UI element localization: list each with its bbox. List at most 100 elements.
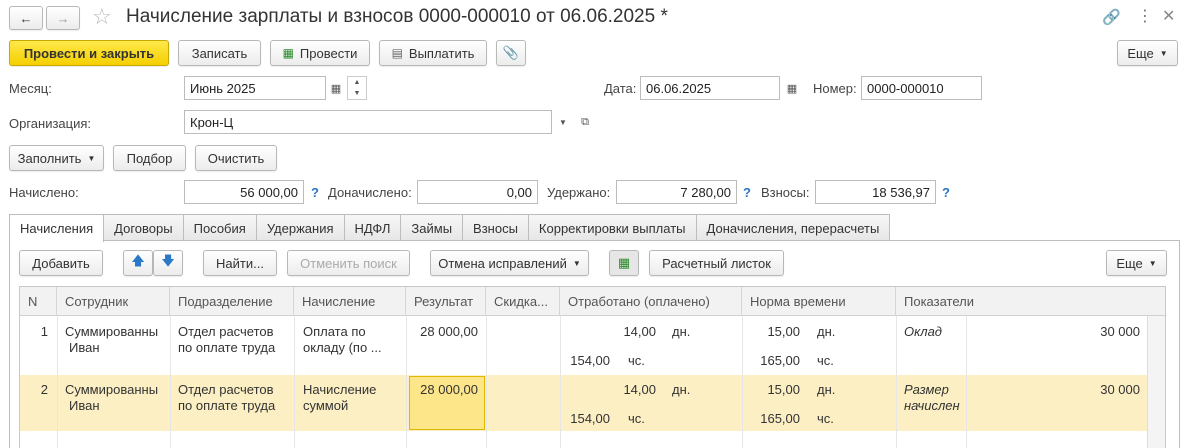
tab-bar: Начисления Договоры Пособия Удержания НД… — [9, 214, 891, 242]
forward-button[interactable]: → — [46, 6, 80, 30]
page-title: Начисление зарплаты и взносов 0000-00001… — [126, 6, 668, 27]
move-down-button[interactable]: 🡇 — [153, 250, 183, 276]
employee-name-2: Иван — [69, 398, 100, 413]
fill-button[interactable]: Заполнить ▼ — [9, 145, 104, 171]
norm-hours-unit: чс. — [817, 353, 834, 368]
tab-benefits[interactable]: Пособия — [182, 214, 257, 241]
accrued-help-icon[interactable]: ? — [311, 185, 319, 200]
move-up-button[interactable]: 🡅 — [123, 250, 153, 276]
select-button[interactable]: Подбор — [113, 145, 186, 171]
col-accrual[interactable]: Начисление — [294, 287, 406, 316]
withheld-help-icon[interactable]: ? — [743, 185, 751, 200]
col-worked[interactable]: Отработано (оплачено) — [560, 287, 742, 316]
col-indicators[interactable]: Показатели — [896, 287, 1149, 316]
norm-hours-unit: чс. — [817, 411, 834, 426]
pay-doc-icon: ▤ — [391, 46, 403, 60]
row-number: 2 — [40, 382, 48, 397]
norm-days: 15,00 — [767, 382, 800, 397]
additional-field: 0,00 — [417, 180, 538, 204]
link-icon[interactable]: 🔗 — [1102, 8, 1121, 26]
number-field[interactable]: 0000-000010 — [861, 76, 982, 100]
table-settings-button[interactable]: ▦ — [609, 250, 639, 276]
arrow-right-icon: → — [56, 10, 70, 26]
col-divider — [896, 316, 897, 448]
col-divider — [966, 316, 967, 448]
dropdown-icon[interactable]: ▼ — [552, 111, 574, 133]
paperclip-icon: 📎 — [502, 45, 520, 60]
find-button[interactable]: Найти... — [203, 250, 277, 276]
days-unit: дн. — [672, 324, 691, 339]
cancel-corrections-button[interactable]: Отмена исправлений ▼ — [430, 250, 589, 276]
department-2: по оплате труда — [178, 340, 276, 355]
tab-recalculations[interactable]: Доначисления, перерасчеты — [695, 214, 891, 241]
close-icon[interactable]: ✕ — [1162, 6, 1175, 26]
col-norm[interactable]: Норма времени — [742, 287, 896, 316]
contributions-field: 18 536,97 — [815, 180, 936, 204]
norm-days-unit: дн. — [817, 324, 836, 339]
favorite-star-icon[interactable]: ☆ — [92, 4, 112, 30]
col-discount[interactable]: Скидка... — [486, 287, 560, 316]
table-more-button[interactable]: Еще ▼ — [1106, 250, 1167, 276]
row-number: 1 — [40, 324, 48, 339]
accruals-table: N Сотрудник Подразделение Начисление Рез… — [19, 286, 1166, 448]
tab-ndfl[interactable]: НДФЛ — [343, 214, 402, 241]
col-divider — [294, 316, 295, 448]
post-button[interactable]: ▦ Провести — [270, 40, 370, 66]
hours-unit: чс. — [628, 411, 645, 426]
table-scrollbar[interactable] — [1147, 316, 1165, 448]
arrow-left-icon: ← — [19, 10, 33, 26]
organization-field[interactable]: Крон-Ц — [184, 110, 552, 134]
col-employee[interactable]: Сотрудник — [57, 287, 170, 316]
add-row-button[interactable]: Добавить — [19, 250, 103, 276]
col-divider — [57, 316, 58, 448]
accrual-2: суммой — [303, 398, 349, 413]
accrual: Оплата по — [303, 324, 366, 339]
month-field[interactable]: Июнь 2025 — [184, 76, 326, 100]
month-spinner[interactable]: ▲ ▼ — [347, 76, 367, 100]
tab-payment-corrections[interactable]: Корректировки выплаты — [527, 214, 697, 241]
pay-button[interactable]: ▤ Выплатить — [379, 40, 487, 66]
back-button[interactable]: ← — [9, 6, 43, 30]
tab-contributions[interactable]: Взносы — [462, 214, 529, 241]
indicator-name: Оклад — [904, 324, 942, 339]
kebab-menu-icon[interactable]: ⋮ — [1137, 6, 1153, 26]
col-result[interactable]: Результат — [406, 287, 486, 316]
arrow-up-icon: 🡅 — [131, 253, 145, 268]
additional-label: Доначислено: — [328, 185, 412, 200]
accrued-field: 56 000,00 — [184, 180, 304, 204]
cancel-search-button[interactable]: Отменить поиск — [287, 250, 410, 276]
save-button[interactable]: Записать — [178, 40, 261, 66]
result[interactable]: 28 000,00 — [406, 382, 478, 398]
number-label: Номер: — [813, 81, 857, 96]
worked-days: 14,00 — [623, 382, 656, 397]
employee-name: Суммированны — [65, 324, 159, 339]
attach-button[interactable]: 📎 — [496, 40, 526, 66]
col-divider — [170, 316, 171, 448]
col-department[interactable]: Подразделение — [170, 287, 294, 316]
date-field[interactable]: 06.06.2025 — [640, 76, 780, 100]
calendar-icon[interactable]: ▦ — [325, 77, 347, 99]
chevron-down-icon: ▼ — [1159, 48, 1168, 58]
table-header: N Сотрудник Подразделение Начисление Рез… — [20, 287, 1165, 316]
tab-deductions[interactable]: Удержания — [255, 214, 345, 241]
contributions-help-icon[interactable]: ? — [942, 185, 950, 200]
col-n[interactable]: N — [20, 287, 57, 316]
clear-button[interactable]: Очистить — [195, 145, 277, 171]
post-and-close-button[interactable]: Провести и закрыть — [9, 40, 169, 66]
accrual: Начисление — [303, 382, 377, 397]
department: Отдел расчетов — [178, 324, 274, 339]
tab-contracts[interactable]: Договоры — [103, 214, 184, 241]
accrued-label: Начислено: — [9, 185, 79, 200]
tab-accruals[interactable]: Начисления — [9, 214, 105, 242]
more-button[interactable]: Еще ▼ — [1117, 40, 1178, 66]
tab-loans[interactable]: Займы — [400, 214, 464, 241]
withheld-field: 7 280,00 — [616, 180, 737, 204]
employee-name: Суммированны — [65, 382, 159, 397]
indicator-value: 30 000 — [1100, 324, 1140, 339]
open-icon[interactable]: ⧉ — [574, 111, 596, 133]
result: 28 000,00 — [420, 324, 478, 339]
employee-name-2: Иван — [69, 340, 100, 355]
payslip-button[interactable]: Расчетный листок — [649, 250, 784, 276]
date-calendar-icon[interactable]: ▦ — [781, 77, 803, 99]
indicator-value: 30 000 — [1100, 382, 1140, 397]
